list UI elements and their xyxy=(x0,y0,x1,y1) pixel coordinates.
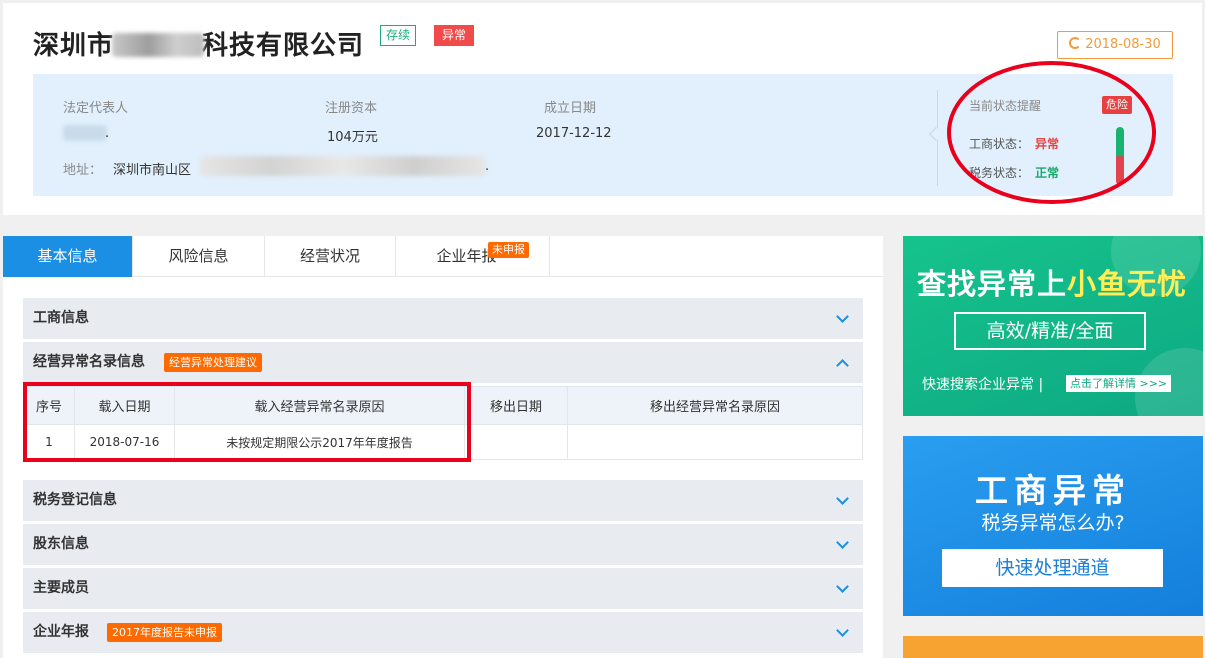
address-value: 深圳市南山区 xyxy=(113,163,192,178)
abnormal-advice-tag[interactable]: 经营异常处理建议 xyxy=(164,353,262,372)
table-header: 移出日期 xyxy=(464,386,568,425)
redacted-address xyxy=(200,156,486,176)
table-cell xyxy=(567,424,863,460)
address-label: 地址： xyxy=(63,163,103,178)
section-shareholders[interactable]: 股东信息 xyxy=(23,524,863,565)
chevron-up-icon xyxy=(836,359,849,372)
redacted-legal-rep xyxy=(63,125,107,141)
section-business-info[interactable]: 工商信息 xyxy=(23,298,863,339)
chevron-down-icon xyxy=(836,492,849,505)
chevron-down-icon xyxy=(836,536,849,549)
founded-label: 成立日期 xyxy=(544,101,597,116)
fast-channel-button[interactable]: 快速处理通道 xyxy=(942,549,1163,587)
legal-rep-label: 法定代表人 xyxy=(63,101,129,116)
section-label: 工商信息 xyxy=(33,310,89,326)
capital-value: 104万元 xyxy=(327,130,378,145)
chevron-down-icon xyxy=(836,580,849,593)
divider-arrow xyxy=(928,126,944,142)
tab-operation-status[interactable]: 经营状况 xyxy=(265,236,396,277)
ad-feature-pill: 高效/精准/全面 xyxy=(954,312,1146,350)
table-cell xyxy=(464,424,568,460)
section-label: 股东信息 xyxy=(33,536,89,552)
ad-banner-abnormal-handling[interactable]: 工商异常 税务异常怎么办? 快速处理通道 xyxy=(903,436,1203,616)
redacted-name-blur xyxy=(112,33,205,57)
annotation-ellipse xyxy=(947,61,1156,204)
tab-risk-info[interactable]: 风险信息 xyxy=(133,236,265,277)
ad-headline: 查找异常上小鱼无忧 xyxy=(917,267,1188,301)
section-key-members[interactable]: 主要成员 xyxy=(23,568,863,609)
section-label: 主要成员 xyxy=(33,580,89,596)
section-abnormal-list[interactable]: 经营异常名录信息 经营异常处理建议 xyxy=(23,342,863,383)
ad-more-link[interactable]: 点击了解详情 >>> xyxy=(1066,375,1172,392)
chevron-down-icon xyxy=(836,624,849,637)
report-unfiled-tag: 2017年度报告未申报 xyxy=(107,623,222,642)
tab-bar: 基本信息 风险信息 经营状况 企业年报 未申报 xyxy=(3,236,883,277)
section-tax-registration[interactable]: 税务登记信息 xyxy=(23,480,863,521)
status-badge-existing: 存续 xyxy=(380,25,417,46)
unreported-tag: 未申报 xyxy=(488,242,529,258)
update-date: 2018-08-30 xyxy=(1085,37,1161,52)
section-label: 税务登记信息 xyxy=(33,492,117,508)
ad-tagline: 快速搜索企业异常 | xyxy=(922,377,1044,393)
table-header: 移出经营异常名录原因 xyxy=(567,386,863,425)
section-label: 经营异常名录信息 xyxy=(33,354,145,370)
ad-headline: 工商异常 xyxy=(975,471,1131,510)
capital-label: 注册资本 xyxy=(325,101,378,116)
ad-subheadline: 税务异常怎么办? xyxy=(981,512,1125,534)
company-title-prefix: 深圳市 xyxy=(33,31,115,61)
company-title-suffix: 科技有限公司 xyxy=(202,31,365,61)
company-title: 深圳市 科技有限公司 xyxy=(33,25,364,62)
tab-basic-info[interactable]: 基本信息 xyxy=(3,236,133,277)
status-badge-abnormal: 异常 xyxy=(434,25,475,46)
ad-banner-search-abnormal[interactable]: 查找异常上小鱼无忧 高效/精准/全面 快速搜索企业异常 | 点击了解详情 >>> xyxy=(903,236,1203,416)
tab-annual-report[interactable]: 企业年报 未申报 xyxy=(396,236,550,277)
founded-value: 2017-12-12 xyxy=(536,126,612,141)
annotation-rectangle xyxy=(23,382,471,462)
section-label: 企业年报 xyxy=(33,624,89,640)
refresh-icon xyxy=(1069,37,1082,49)
main-panel: 基本信息 风险信息 经营状况 企业年报 未申报 工商信息 经营异常名录信息 经营… xyxy=(3,236,883,658)
section-annual-report[interactable]: 企业年报 2017年度报告未申报 xyxy=(23,612,863,653)
ad-banner-orange[interactable] xyxy=(903,636,1203,658)
chevron-down-icon xyxy=(836,310,849,323)
refresh-date-button[interactable]: 2018-08-30 xyxy=(1057,31,1173,59)
